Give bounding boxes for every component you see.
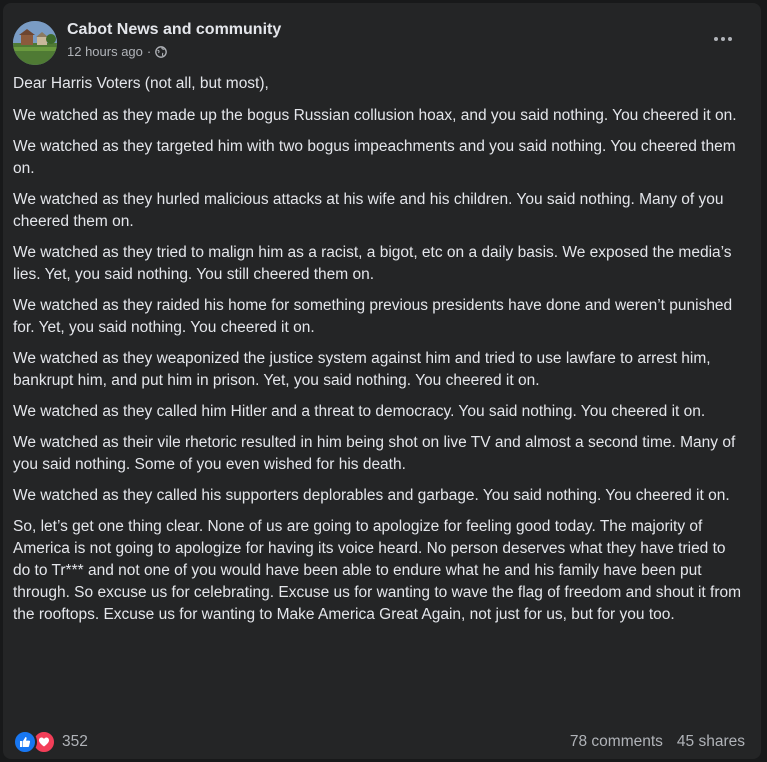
like-icon (13, 730, 37, 754)
globe-icon (155, 45, 168, 58)
reactions-summary[interactable]: 352 (13, 730, 88, 754)
post-paragraph: We watched as their vile rhetoric result… (13, 434, 736, 473)
post-timestamp[interactable]: 12 hours ago (67, 44, 143, 59)
post-paragraph: We watched as they raided his home for s… (13, 297, 733, 336)
more-dots-icon (714, 37, 732, 41)
post-header: Cabot News and community 12 hours ago · (13, 17, 751, 67)
post-paragraph: We watched as they made up the bogus Rus… (13, 107, 737, 124)
engagement-stats: 78 comments 45 shares (570, 733, 745, 751)
post-paragraph: Dear Harris Voters (not all, but most), (13, 75, 269, 92)
post-paragraph: We watched as they weaponized the justic… (13, 350, 711, 389)
post-paragraph: We watched as they called his supporters… (13, 487, 730, 504)
post-meta: 12 hours ago · (67, 44, 168, 59)
post-paragraph: We watched as they targeted him with two… (13, 138, 736, 177)
page-name-link[interactable]: Cabot News and community (67, 21, 281, 39)
more-options-button[interactable] (705, 21, 741, 57)
post-paragraph: So, let’s get one thing clear. None of u… (13, 518, 742, 623)
reaction-count: 352 (62, 733, 88, 750)
post-paragraph: We watched as they tried to malign him a… (13, 244, 732, 283)
page-avatar[interactable] (13, 21, 57, 65)
post-card: Cabot News and community 12 hours ago · … (3, 3, 761, 759)
meta-separator: · (146, 44, 152, 59)
post-body: Dear Harris Voters (not all, but most), … (13, 73, 743, 635)
post-paragraph: We watched as they called him Hitler and… (13, 403, 706, 420)
post-paragraph: We watched as they hurled malicious atta… (13, 191, 724, 230)
comments-count-link[interactable]: 78 comments (570, 733, 663, 751)
shares-count-link[interactable]: 45 shares (677, 733, 745, 751)
post-footer: 352 78 comments 45 shares (13, 730, 745, 754)
